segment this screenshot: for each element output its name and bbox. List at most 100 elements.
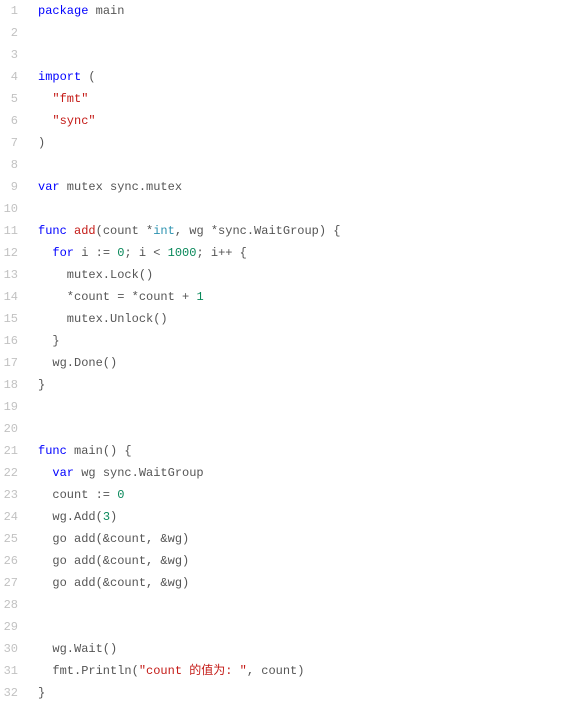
code-line — [38, 594, 579, 616]
line-number: 3 — [0, 44, 22, 66]
line-number: 16 — [0, 330, 22, 352]
code-token: ) — [110, 510, 117, 524]
code-line: *count = *count + 1 — [38, 286, 579, 308]
code-token: *count = *count + — [38, 290, 196, 304]
code-token — [38, 114, 52, 128]
code-line: wg.Done() — [38, 352, 579, 374]
line-number: 19 — [0, 396, 22, 418]
code-token: wg.Done() — [38, 356, 117, 370]
code-token: i := — [74, 246, 117, 260]
code-line: go add(&count, &wg) — [38, 572, 579, 594]
code-token: var — [38, 180, 60, 194]
code-editor: 1234567891011121314151617181920212223242… — [0, 0, 579, 704]
line-number: 28 — [0, 594, 22, 616]
code-token: , wg *sync.WaitGroup) { — [175, 224, 341, 238]
code-line: func add(count *int, wg *sync.WaitGroup)… — [38, 220, 579, 242]
code-token: "fmt" — [52, 92, 88, 106]
code-token — [38, 246, 52, 260]
code-line: count := 0 — [38, 484, 579, 506]
code-token: mutex sync.mutex — [60, 180, 182, 194]
code-token: func — [38, 224, 67, 238]
line-number: 11 — [0, 220, 22, 242]
code-line: "fmt" — [38, 88, 579, 110]
line-number: 5 — [0, 88, 22, 110]
line-number: 8 — [0, 154, 22, 176]
code-line: import ( — [38, 66, 579, 88]
line-number: 22 — [0, 462, 22, 484]
line-number: 32 — [0, 682, 22, 704]
code-token: wg.Add( — [38, 510, 103, 524]
line-number: 14 — [0, 286, 22, 308]
code-token: main — [88, 4, 124, 18]
line-number: 15 — [0, 308, 22, 330]
line-number: 20 — [0, 418, 22, 440]
code-line — [38, 396, 579, 418]
code-line — [38, 418, 579, 440]
line-number: 9 — [0, 176, 22, 198]
code-token: ; i++ { — [196, 246, 246, 260]
code-line — [38, 198, 579, 220]
line-number-gutter: 1234567891011121314151617181920212223242… — [0, 0, 30, 704]
code-line: "sync" — [38, 110, 579, 132]
line-number: 23 — [0, 484, 22, 506]
code-token: (count * — [96, 224, 154, 238]
code-token — [38, 92, 52, 106]
code-token: add — [74, 224, 96, 238]
line-number: 2 — [0, 22, 22, 44]
code-token: mutex.Lock() — [38, 268, 153, 282]
code-token: } — [38, 334, 60, 348]
code-token: go add(&count, &wg) — [38, 532, 189, 546]
code-token: ) — [38, 136, 45, 150]
line-number: 10 — [0, 198, 22, 220]
code-token: ( — [81, 70, 95, 84]
code-token: "count 的值为: " — [139, 664, 247, 678]
code-token: wg sync.WaitGroup — [74, 466, 204, 480]
line-number: 7 — [0, 132, 22, 154]
code-token: } — [38, 378, 45, 392]
line-number: 31 — [0, 660, 22, 682]
line-number: 25 — [0, 528, 22, 550]
code-line: ) — [38, 132, 579, 154]
line-number: 24 — [0, 506, 22, 528]
code-line: go add(&count, &wg) — [38, 528, 579, 550]
line-number: 21 — [0, 440, 22, 462]
line-number: 4 — [0, 66, 22, 88]
line-number: 13 — [0, 264, 22, 286]
code-line — [38, 154, 579, 176]
code-line: } — [38, 374, 579, 396]
code-token: func — [38, 444, 67, 458]
code-token: go add(&count, &wg) — [38, 576, 189, 590]
code-line: func main() { — [38, 440, 579, 462]
code-token — [38, 466, 52, 480]
line-number: 12 — [0, 242, 22, 264]
code-token: 0 — [117, 488, 124, 502]
code-line: fmt.Println("count 的值为: ", count) — [38, 660, 579, 682]
code-token: 3 — [103, 510, 110, 524]
code-line: mutex.Lock() — [38, 264, 579, 286]
code-token: mutex.Unlock() — [38, 312, 168, 326]
code-line — [38, 44, 579, 66]
line-number: 1 — [0, 0, 22, 22]
code-token: } — [38, 686, 45, 700]
code-token: wg.Wait() — [38, 642, 117, 656]
code-token: import — [38, 70, 81, 84]
code-token: 1000 — [168, 246, 197, 260]
code-line: for i := 0; i < 1000; i++ { — [38, 242, 579, 264]
code-token: go add(&count, &wg) — [38, 554, 189, 568]
line-number: 26 — [0, 550, 22, 572]
line-number: 27 — [0, 572, 22, 594]
code-line: } — [38, 682, 579, 704]
code-line: var mutex sync.mutex — [38, 176, 579, 198]
code-token — [67, 224, 74, 238]
code-line — [38, 22, 579, 44]
line-number: 18 — [0, 374, 22, 396]
code-line: package main — [38, 0, 579, 22]
code-token: for — [52, 246, 74, 260]
line-number: 29 — [0, 616, 22, 638]
code-token: "sync" — [52, 114, 95, 128]
code-token: fmt.Println( — [38, 664, 139, 678]
line-number: 6 — [0, 110, 22, 132]
code-body: package main import ( "fmt" "sync") var mu… — [30, 0, 579, 704]
line-number: 17 — [0, 352, 22, 374]
code-line — [38, 616, 579, 638]
